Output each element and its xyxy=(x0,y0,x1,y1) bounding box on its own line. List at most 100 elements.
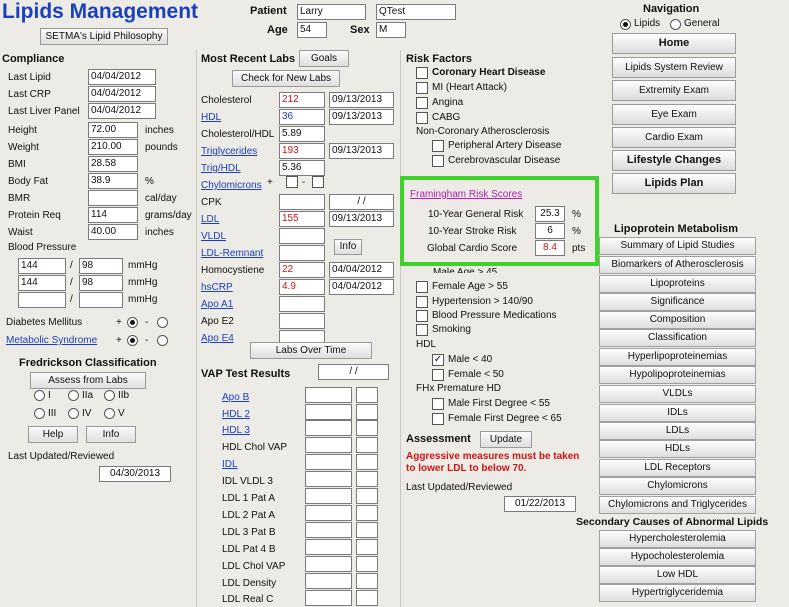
lab-date[interactable]: 09/13/2013 xyxy=(329,109,394,125)
nav-eye-exam-button[interactable]: Eye Exam xyxy=(612,104,736,125)
lab-name-link[interactable]: LDL xyxy=(201,214,219,226)
last-lipid-field[interactable]: 04/04/2012 xyxy=(88,69,156,85)
bp-diastolic-2[interactable]: 98 xyxy=(79,275,123,291)
ldl-remnant-info-button[interactable]: Info xyxy=(334,239,362,255)
lab-value[interactable]: 155 xyxy=(279,211,325,227)
fredrickson-help-button[interactable]: Help xyxy=(28,426,78,443)
radio-lipids[interactable] xyxy=(620,19,631,30)
risk-bp-meds-checkbox[interactable] xyxy=(416,310,428,322)
goals-button[interactable]: Goals xyxy=(299,50,349,67)
vap-value[interactable] xyxy=(305,505,352,521)
lab-value[interactable] xyxy=(279,228,325,244)
labs-over-time-button[interactable]: Labs Over Time xyxy=(250,342,372,359)
vap-flag[interactable] xyxy=(356,404,378,420)
weight-field[interactable]: 210.00 xyxy=(88,139,138,155)
vap-value[interactable] xyxy=(305,471,352,487)
fredrickson-radio-iib[interactable] xyxy=(104,390,115,401)
bp-systolic-1[interactable]: 144 xyxy=(18,258,66,274)
vap-value[interactable] xyxy=(305,404,352,420)
lab-name-link[interactable]: Apo E4 xyxy=(201,333,234,345)
vap-flag[interactable] xyxy=(356,488,378,504)
vap-flag[interactable] xyxy=(356,471,378,487)
lab-date[interactable]: 09/13/2013 xyxy=(329,211,394,227)
vap-row-label[interactable]: HDL 2 xyxy=(222,409,250,421)
risk-angina-checkbox[interactable] xyxy=(416,97,428,109)
patient-first-name[interactable]: Larry xyxy=(297,4,366,20)
vap-row-label[interactable]: IDL xyxy=(222,459,238,471)
vap-date-field[interactable]: / / xyxy=(318,364,389,380)
check-new-labs-button[interactable]: Check for New Labs xyxy=(232,70,340,87)
vap-flag[interactable] xyxy=(356,590,378,606)
lab-name-link[interactable]: Trig/HDL xyxy=(201,163,241,175)
fredrickson-info-button[interactable]: Info xyxy=(86,426,136,443)
lab-date[interactable]: 04/04/2012 xyxy=(329,262,394,278)
nav-lifestyle-changes-button[interactable]: Lifestyle Changes xyxy=(612,150,736,171)
vap-value[interactable] xyxy=(305,539,352,555)
lab-name-link[interactable]: VLDL xyxy=(201,231,226,243)
waist-field[interactable]: 40.00 xyxy=(88,224,138,240)
composition-button[interactable]: Composition xyxy=(599,311,756,329)
assessment-last-updated-field[interactable]: 01/22/2013 xyxy=(504,496,576,512)
risk-hypertension-checkbox[interactable] xyxy=(416,296,428,308)
vap-value[interactable] xyxy=(305,573,352,589)
risk-female-age-checkbox[interactable] xyxy=(416,281,428,293)
significance-button[interactable]: Significance xyxy=(599,293,756,311)
lab-name-link[interactable]: Apo A1 xyxy=(201,299,233,311)
height-field[interactable]: 72.00 xyxy=(88,122,138,138)
risk-mi-checkbox[interactable] xyxy=(416,82,428,94)
metabolic-minus-radio[interactable] xyxy=(157,335,168,346)
vap-flag[interactable] xyxy=(356,437,378,453)
risk-smoking-checkbox[interactable] xyxy=(416,324,428,336)
vap-flag[interactable] xyxy=(356,539,378,555)
protein-field[interactable]: 114 xyxy=(88,207,138,223)
vap-row-label[interactable]: Apo B xyxy=(222,392,249,404)
vap-flag[interactable] xyxy=(356,556,378,572)
lab-value[interactable]: 212 xyxy=(279,92,325,108)
assessment-update-button[interactable]: Update xyxy=(480,431,532,448)
lab-name-link[interactable]: Triglycerides xyxy=(201,146,257,158)
sex-field[interactable]: M xyxy=(376,22,406,38)
fredrickson-radio-iv[interactable] xyxy=(68,408,79,419)
vap-row-label[interactable]: HDL 3 xyxy=(222,425,250,437)
lab-name-link[interactable]: Chylomicrons xyxy=(201,180,262,192)
body-fat-field[interactable]: 38.9 xyxy=(88,173,138,189)
lab-name-link[interactable]: LDL-Remnant xyxy=(201,248,263,260)
diabetes-plus-radio[interactable] xyxy=(127,317,138,328)
risk-chd-checkbox[interactable] xyxy=(416,67,428,79)
vap-value[interactable] xyxy=(305,488,352,504)
bmr-field[interactable] xyxy=(88,190,138,206)
lab-value[interactable] xyxy=(279,194,325,210)
framingham-link[interactable]: Framingham Risk Scores xyxy=(410,189,522,201)
hyperlipoproteinemias-button[interactable]: Hyperlipoproteinemias xyxy=(599,348,756,366)
risk-female-first-degree-checkbox[interactable] xyxy=(432,413,444,425)
chylomicrons-triglycerides-button[interactable]: Chylomicrons and Triglycerides xyxy=(599,496,756,514)
vap-flag[interactable] xyxy=(356,454,378,470)
metabolic-syndrome-link[interactable]: Metabolic Syndrome xyxy=(6,335,97,347)
vap-flag[interactable] xyxy=(356,522,378,538)
lab-value[interactable]: 5.89 xyxy=(279,126,325,142)
last-liver-field[interactable]: 04/04/2012 xyxy=(88,103,156,119)
vap-value[interactable] xyxy=(305,454,352,470)
biomarkers-button[interactable]: Biomarkers of Atherosclerosis xyxy=(599,256,756,274)
lab-date[interactable]: 09/13/2013 xyxy=(329,92,394,108)
patient-last-name[interactable]: QTest xyxy=(376,4,456,20)
vap-value[interactable] xyxy=(305,437,352,453)
vap-value[interactable] xyxy=(305,387,352,403)
radio-general[interactable] xyxy=(670,19,681,30)
risk-cvd-checkbox[interactable] xyxy=(432,155,444,167)
ldls-button[interactable]: LDLs xyxy=(599,422,756,440)
fredrickson-radio-i[interactable] xyxy=(34,390,45,401)
lab-value[interactable] xyxy=(279,313,325,329)
summary-lipid-studies-button[interactable]: Summary of Lipid Studies xyxy=(599,237,756,255)
lab-value[interactable]: 22 xyxy=(279,262,325,278)
diabetes-minus-radio[interactable] xyxy=(157,317,168,328)
bp-systolic-2[interactable]: 144 xyxy=(18,275,66,291)
idls-button[interactable]: IDLs xyxy=(599,404,756,422)
metabolic-plus-radio[interactable] xyxy=(127,335,138,346)
chylomicrons-button[interactable]: Chylomicrons xyxy=(599,477,756,495)
lab-date[interactable]: 09/13/2013 xyxy=(329,143,394,159)
nav-extremity-exam-button[interactable]: Extremity Exam xyxy=(612,80,736,101)
global-cardio-field[interactable]: 8.4 xyxy=(535,240,565,256)
vap-flag[interactable] xyxy=(356,573,378,589)
fredrickson-last-updated-field[interactable]: 04/30/2013 xyxy=(99,466,171,482)
